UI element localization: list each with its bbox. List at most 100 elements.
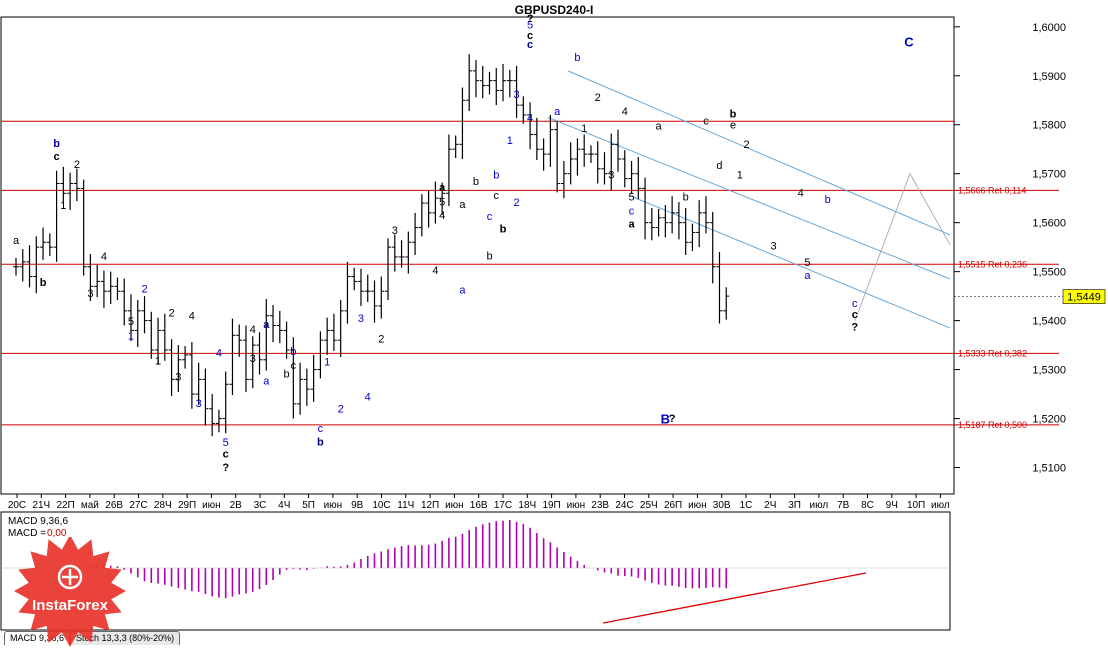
x-tick-label: 22П [56, 500, 74, 511]
wave-label: c [223, 449, 229, 461]
x-tick-label: 20С [8, 500, 26, 511]
y-tick-label: 1,5900 [1032, 71, 1066, 83]
x-tick-label: 1С [740, 500, 753, 511]
wave-label: c [291, 360, 297, 372]
wave-label: ? [527, 13, 534, 25]
x-tick-label: 19П [542, 500, 560, 511]
wave-label: 4 [101, 251, 107, 263]
wave-label: 1 [324, 357, 330, 369]
chart-svg: GBPUSD240-I1,60001,59001,58001,57001,560… [0, 3, 1106, 631]
level-label: 1,5333 Ret 0,382 [958, 348, 1027, 358]
x-tick-label: июн [324, 500, 343, 511]
wave-label: 2 [595, 92, 601, 104]
wave-label: 2 [169, 308, 175, 320]
wave-label: ? [222, 462, 229, 474]
wave-label: e [730, 120, 736, 132]
x-tick-label: 26В [105, 500, 123, 511]
wave-label: b [473, 176, 479, 188]
projection-path [854, 172, 951, 321]
wave-label: b [290, 346, 296, 358]
wave-label: b [486, 250, 492, 262]
level-label: 1,5666 Ret 0,114 [958, 185, 1026, 195]
wave-label: ? [669, 413, 676, 425]
wave-label: b [574, 52, 580, 64]
macd-trend-line [602, 572, 867, 624]
x-tick-label: июн [202, 500, 221, 511]
logo-badge-icon [14, 535, 126, 647]
wave-label: ? [851, 321, 858, 333]
wave-label: 2 [378, 334, 384, 346]
wave-label: 3 [771, 241, 777, 253]
wave-label: d [716, 160, 722, 172]
x-tick-label: 18Ч [518, 500, 536, 511]
wave-label: 3 [87, 288, 93, 300]
wave-label: 1 [507, 135, 513, 147]
macd-title: MACD 9,36,6 [8, 516, 68, 527]
wave-label: c [494, 190, 500, 202]
logo-text: InstaForex [32, 597, 108, 614]
y-tick-label: 1,5300 [1032, 365, 1066, 377]
wave-label: c [852, 309, 858, 321]
y-tick-label: 1,5700 [1032, 169, 1066, 181]
x-tick-label: 9Ч [886, 500, 898, 511]
wave-label: 3 [196, 398, 202, 410]
wave-label: a [13, 235, 20, 247]
wave-label: 1 [128, 331, 134, 343]
wave-label: c [487, 211, 493, 223]
wave-label: 3 [250, 353, 256, 365]
y-tick-label: 1,6000 [1032, 22, 1066, 34]
x-tick-label: 24С [615, 500, 633, 511]
wave-label: 5 [223, 437, 229, 449]
x-tick-label: 17С [494, 500, 512, 511]
wave-label: b [500, 223, 507, 235]
x-tick-label: 10П [907, 500, 925, 511]
wave-label: 4 [365, 391, 371, 403]
y-tick-label: 1,5100 [1032, 463, 1066, 475]
wave-label: a [459, 285, 466, 297]
instaforex-logo: InstaForex [8, 535, 132, 649]
x-tick-label: 30В [713, 500, 731, 511]
wave-label: 4 [432, 265, 438, 277]
wave-label: b [493, 170, 499, 182]
wave-label: c [527, 39, 533, 51]
x-tick-label: 3П [788, 500, 801, 511]
wave-label: 2 [513, 197, 519, 209]
x-tick-label: июл [931, 500, 950, 511]
x-tick-label: 27С [129, 500, 147, 511]
wave-label: 5 [439, 197, 445, 209]
x-tick-label: 11Ч [397, 500, 414, 511]
y-tick-label: 1,5400 [1032, 316, 1066, 328]
current-price-label: 1,5449 [1067, 292, 1101, 304]
wave-label: c [703, 116, 709, 128]
wave-label: 5 [804, 257, 810, 269]
wave-label: 2 [74, 159, 80, 171]
x-tick-label: 9В [351, 500, 364, 511]
wave-label: C [904, 34, 914, 49]
y-tick-label: 1,5500 [1032, 267, 1066, 279]
y-tick-label: 1,5800 [1032, 120, 1066, 132]
chart-area: GBPUSD240-I 1,6000 1,5900 1,5800 1,5700 1,560… [0, 0, 1108, 661]
y-tick-label: 1,5200 [1032, 414, 1066, 426]
wave-label: 4 [250, 324, 256, 336]
wave-label: 3 [358, 313, 364, 325]
wave-label: 1 [60, 200, 66, 212]
wave-label: 3 [175, 371, 181, 383]
wave-label: 3 [392, 225, 398, 237]
wave-label: 3 [608, 170, 614, 182]
wave-label: b [40, 277, 47, 289]
wave-label: 4 [189, 311, 195, 323]
wave-label: c [318, 423, 324, 435]
wave-label: 1 [155, 356, 161, 368]
wave-label: c [852, 298, 858, 310]
y-tick-label: 1,5600 [1032, 218, 1066, 230]
wave-label: 5 [128, 316, 134, 328]
x-tick-label: июн [688, 500, 707, 511]
x-tick-label: 5П [302, 500, 315, 511]
price-pane-frame [0, 16, 955, 495]
x-tick-label: 4Ч [278, 500, 290, 511]
wave-label: 4 [527, 112, 533, 124]
wave-label: a [628, 219, 635, 231]
wave-label: a [439, 182, 446, 194]
x-tick-label: июл [810, 500, 829, 511]
x-tick-label: май [81, 500, 99, 511]
